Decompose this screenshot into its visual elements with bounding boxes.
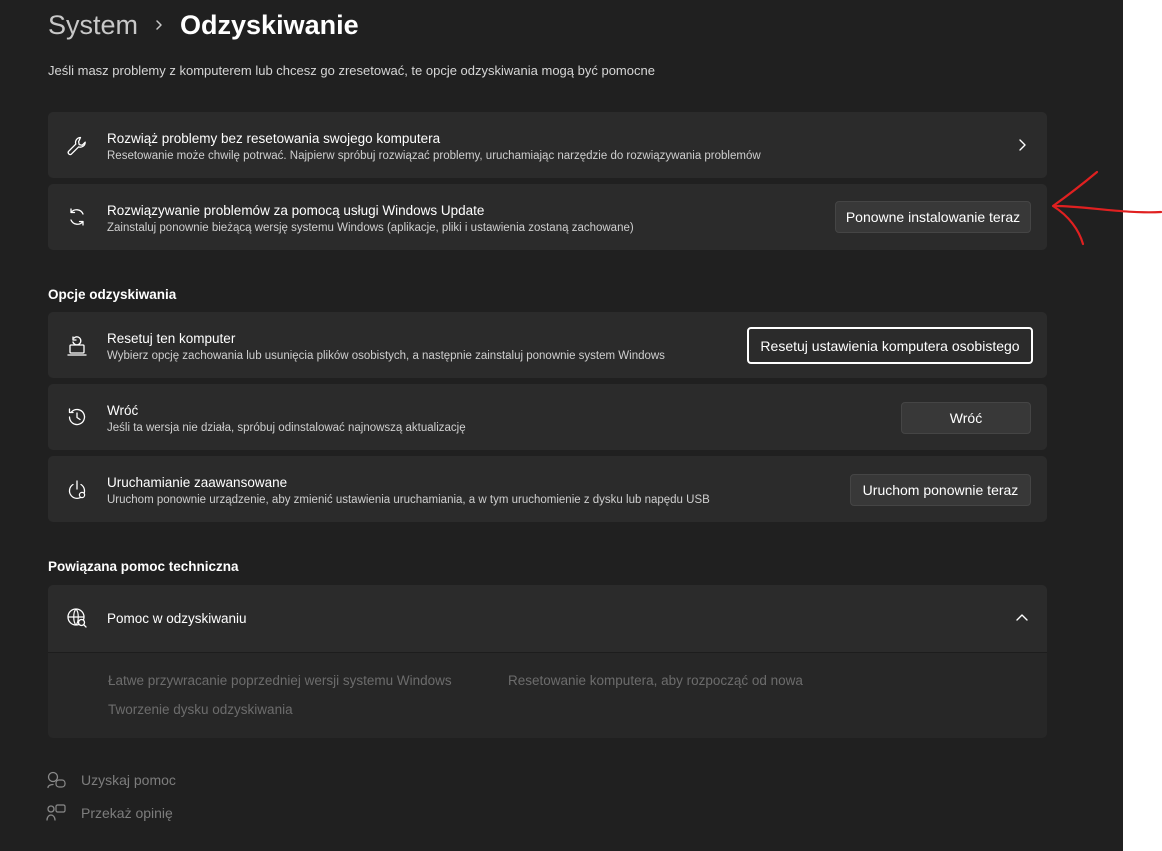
feedback-label: Przekaż opinię (81, 805, 173, 821)
reinstall-now-button[interactable]: Ponowne instalowanie teraz (835, 201, 1031, 233)
history-icon (65, 405, 89, 429)
breadcrumb: System Odzyskiwanie (48, 8, 359, 42)
feedback-icon (46, 804, 66, 821)
reset-pc-button[interactable]: Resetuj ustawienia komputera osobistego (747, 327, 1033, 364)
chevron-right-icon (146, 12, 172, 38)
go-back-title: Wróć (107, 403, 139, 418)
sync-icon (65, 205, 89, 229)
globe-search-icon (65, 606, 89, 630)
windows-update-card: Rozwiązywanie problemów za pomocą usługi… (48, 184, 1047, 250)
windows-update-desc: Zainstaluj ponownie bieżącą wersję syste… (107, 222, 634, 234)
go-back-card: Wróć Jeśli ta wersja nie działa, spróbuj… (48, 384, 1047, 450)
recovery-help-card[interactable]: Pomoc w odzyskiwaniu (48, 585, 1047, 652)
help-link-recovery-drive[interactable]: Tworzenie dysku odzyskiwania (108, 702, 293, 717)
settings-window: System Odzyskiwanie Jeśli masz problemy … (0, 0, 1123, 851)
page-subtitle: Jeśli masz problemy z komputerem lub chc… (48, 63, 655, 78)
recovery-options-heading: Opcje odzyskiwania (48, 287, 177, 302)
reset-pc-title: Resetuj ten komputer (107, 331, 236, 346)
reset-pc-icon (65, 334, 89, 358)
go-back-button[interactable]: Wróć (901, 402, 1031, 434)
chevron-right-icon (1015, 138, 1029, 152)
troubleshoot-desc: Resetowanie może chwilę potrwać. Najpier… (107, 150, 761, 162)
help-link-reset-pc[interactable]: Resetowanie komputera, aby rozpocząć od … (508, 673, 803, 688)
get-help-link[interactable]: Uzyskaj pomoc (46, 769, 176, 791)
go-back-desc: Jeśli ta wersja nie działa, spróbuj odin… (107, 422, 466, 434)
advanced-startup-title: Uruchamianie zaawansowane (107, 475, 288, 490)
help-chat-icon (47, 771, 66, 789)
reset-pc-card: Resetuj ten komputer Wybierz opcję zacho… (48, 312, 1047, 378)
help-link-restore-previous[interactable]: Łatwe przywracanie poprzedniej wersji sy… (108, 673, 452, 688)
wrench-icon (65, 134, 89, 158)
recovery-help-content: Łatwe przywracanie poprzedniej wersji sy… (48, 652, 1047, 738)
troubleshoot-title: Rozwiąż problemy bez resetowania swojego… (107, 131, 441, 146)
get-help-label: Uzyskaj pomoc (81, 772, 176, 788)
breadcrumb-system-link[interactable]: System (48, 10, 138, 41)
page-title: Odzyskiwanie (180, 9, 359, 40)
feedback-link[interactable]: Przekaż opinię (46, 802, 173, 824)
troubleshoot-card[interactable]: Rozwiąż problemy bez resetowania swojego… (48, 112, 1047, 178)
reset-pc-desc: Wybierz opcję zachowania lub usunięcia p… (107, 350, 665, 362)
power-settings-icon (65, 478, 89, 502)
related-support-heading: Powiązana pomoc techniczna (48, 559, 239, 574)
recovery-help-title: Pomoc w odzyskiwaniu (107, 611, 247, 626)
chevron-up-icon (1015, 611, 1029, 625)
restart-now-button[interactable]: Uruchom ponownie teraz (850, 474, 1031, 506)
windows-update-title: Rozwiązywanie problemów za pomocą usługi… (107, 203, 485, 218)
advanced-startup-card: Uruchamianie zaawansowane Uruchom ponown… (48, 456, 1047, 522)
advanced-startup-desc: Uruchom ponownie urządzenie, aby zmienić… (107, 494, 710, 506)
red-arrow-annotation (1051, 170, 1162, 246)
